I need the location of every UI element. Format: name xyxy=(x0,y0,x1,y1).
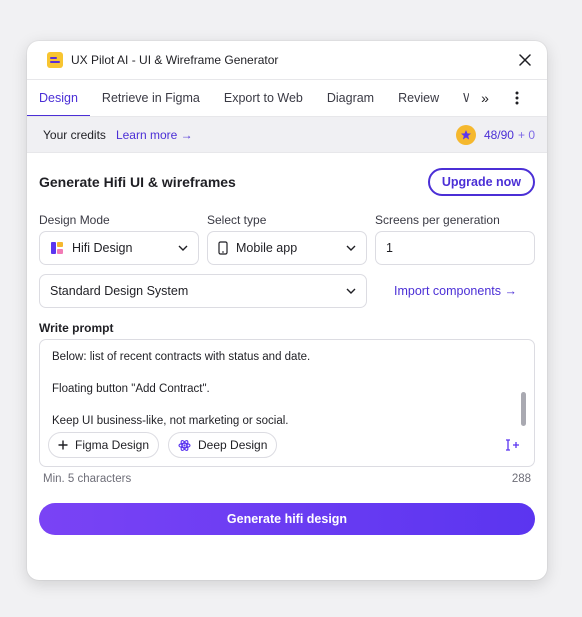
tabs-more-button[interactable]: » xyxy=(469,80,501,116)
credits-label: Your credits xyxy=(43,127,106,142)
hifi-design-icon xyxy=(50,241,64,255)
design-mode-value: Hifi Design xyxy=(72,241,133,255)
character-count: 288 xyxy=(511,473,531,485)
credits-used: 48 xyxy=(483,127,498,142)
atom-icon xyxy=(178,439,191,452)
design-mode-select[interactable]: Hifi Design xyxy=(39,231,199,265)
tab-design[interactable]: Design xyxy=(27,80,90,116)
app-logo-icon xyxy=(47,52,63,68)
close-button[interactable] xyxy=(515,50,535,70)
close-icon xyxy=(519,54,531,66)
deep-design-chip[interactable]: Deep Design xyxy=(168,432,278,458)
figma-design-chip[interactable]: Figma Design xyxy=(48,432,160,458)
tab-export-to-web[interactable]: Export to Web xyxy=(212,80,315,116)
tab-bar: Design Retrieve in Figma Export to Web D… xyxy=(27,80,547,117)
mobile-phone-icon xyxy=(218,241,228,255)
prompt-label: Write prompt xyxy=(39,321,114,335)
tab-workspace[interactable]: Works xyxy=(451,80,469,116)
credits-bar: Your credits Learn more → 48/90 + 0 xyxy=(27,117,547,153)
design-system-select[interactable]: Standard Design System xyxy=(39,274,367,308)
text-format-button[interactable] xyxy=(504,436,522,454)
select-type-value: Mobile app xyxy=(236,241,298,255)
double-chevron-right-icon: » xyxy=(481,90,489,106)
credits-total: /90 xyxy=(497,127,514,142)
tab-scroll: Design Retrieve in Figma Export to Web D… xyxy=(27,80,469,116)
more-menu-button[interactable] xyxy=(501,80,533,116)
plugin-panel: UX Pilot AI - UI & Wireframe Generator D… xyxy=(27,41,547,580)
chevron-down-icon xyxy=(178,245,188,251)
screens-label: Screens per generation xyxy=(375,213,500,227)
prompt-line: Floating button "Add Contract". xyxy=(52,383,210,395)
import-components-link[interactable]: Import components → xyxy=(394,284,517,298)
generate-button[interactable]: Generate hifi design xyxy=(39,503,535,535)
learn-more-link[interactable]: Learn more → xyxy=(116,128,193,142)
chevron-down-icon xyxy=(346,245,356,251)
select-type-label: Select type xyxy=(207,213,267,227)
figma-design-label: Figma Design xyxy=(75,438,150,452)
section-title: Generate Hifi UI & wireframes xyxy=(39,174,236,190)
screens-per-generation-input[interactable]: 1 xyxy=(375,231,535,265)
prompt-textarea[interactable]: Below: list of recent contracts with sta… xyxy=(39,339,535,467)
credit-coin-icon xyxy=(455,124,476,145)
text-cursor-plus-icon xyxy=(506,439,519,451)
section-header: Generate Hifi UI & wireframes Upgrade no… xyxy=(39,167,535,197)
deep-design-label: Deep Design xyxy=(198,438,268,452)
chevron-down-icon xyxy=(346,288,356,294)
credit-count: 48/90 + 0 xyxy=(484,128,535,142)
design-mode-label: Design Mode xyxy=(39,213,110,227)
screens-value: 1 xyxy=(386,241,393,255)
upgrade-button[interactable]: Upgrade now xyxy=(427,168,535,196)
prompt-scrollbar[interactable] xyxy=(521,392,526,426)
min-characters-hint: Min. 5 characters xyxy=(43,473,132,485)
app-title: UX Pilot AI - UI & Wireframe Generator xyxy=(71,53,279,67)
tab-review[interactable]: Review xyxy=(386,80,451,116)
plus-icon xyxy=(58,440,68,450)
design-system-value: Standard Design System xyxy=(50,284,189,298)
select-type-select[interactable]: Mobile app xyxy=(207,231,367,265)
credits-bonus: + 0 xyxy=(517,127,535,142)
tab-retrieve-in-figma[interactable]: Retrieve in Figma xyxy=(90,80,212,116)
vertical-dots-icon xyxy=(515,91,519,105)
tab-diagram[interactable]: Diagram xyxy=(315,80,386,116)
title-bar: UX Pilot AI - UI & Wireframe Generator xyxy=(27,41,547,80)
prompt-line: Below: list of recent contracts with sta… xyxy=(52,351,311,363)
